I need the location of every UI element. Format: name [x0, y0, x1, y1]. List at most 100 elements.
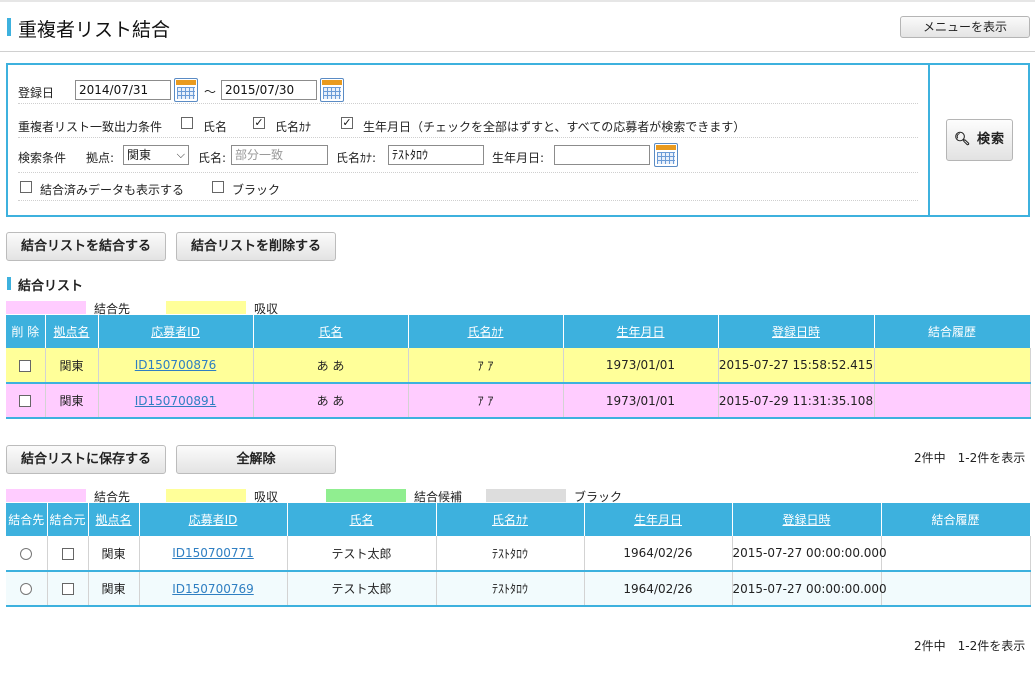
search-panel: 登録日 2014/07/31 ～ 2015/07/30 重複者リスト一致出力条件…: [6, 63, 1030, 217]
column-header[interactable]: 氏名: [253, 315, 409, 348]
name-cell: テスト太郎: [287, 571, 437, 607]
match-birth-checkbox[interactable]: ✓: [341, 117, 353, 129]
applicant-id-link[interactable]: ID150700771: [172, 546, 254, 560]
column-header: 結合履歴: [881, 503, 1031, 536]
title-accent-bar: [7, 18, 11, 36]
page-title: 重複者リスト結合: [18, 19, 171, 41]
merge-source-cell: [47, 536, 89, 572]
column-header[interactable]: 応募者ID: [98, 315, 254, 348]
column-header[interactable]: 氏名ｶﾅ: [408, 315, 564, 348]
merge-list-button[interactable]: 結合リストを結合する: [6, 232, 166, 261]
birth-cell: 1964/02/26: [584, 536, 733, 572]
match-kana-label: 氏名ｶﾅ: [275, 120, 312, 134]
merge-target-cell: [6, 536, 48, 572]
birth-cell: 1973/01/01: [563, 348, 719, 384]
chevron-down-icon: ⌵: [176, 148, 185, 161]
match-condition-label: 重複者リスト一致出力条件: [18, 120, 163, 134]
legend-swatch: [6, 301, 86, 314]
match-birth-label: 生年月日（チェックを全部はずすと、すべての応募者が検索できます）: [363, 120, 746, 134]
delete-cell: [6, 383, 46, 419]
column-header[interactable]: 氏名: [287, 503, 437, 536]
legend-swatch: [326, 489, 406, 502]
column-header[interactable]: 応募者ID: [139, 503, 288, 536]
name-cell: あ あ: [253, 348, 409, 384]
id-cell: ID150700876: [98, 348, 254, 384]
base-select-value: 関東: [127, 148, 152, 162]
birth-label: 生年月日:: [492, 151, 545, 165]
name-cell: あ あ: [253, 383, 409, 419]
kana-input[interactable]: ﾃｽﾄﾀﾛｳ: [388, 145, 484, 165]
show-merged-label: 結合済みデータも表示する: [40, 183, 185, 197]
kana-cell: ｱ ｱ: [408, 383, 564, 419]
base-cell: 関東: [45, 348, 99, 384]
base-cell: 関東: [88, 571, 140, 607]
column-header[interactable]: 生年月日: [584, 503, 733, 536]
search-row-date: 登録日 2014/07/31 ～ 2015/07/30: [18, 78, 918, 104]
date-from-input[interactable]: 2014/07/31: [75, 80, 171, 100]
search-button[interactable]: 🔍︎ 検索: [946, 119, 1013, 161]
legend-swatch: [166, 301, 246, 314]
name-label: 氏名:: [198, 151, 227, 165]
search-button-label: 検索: [977, 132, 1006, 147]
column-header[interactable]: 拠点名: [88, 503, 140, 536]
merge-source-checkbox[interactable]: [61, 547, 74, 560]
merge-target-radio[interactable]: [20, 583, 33, 595]
match-name-checkbox[interactable]: [181, 117, 193, 129]
table-row: 関東 ID150700891 あ あｱ ｱ 1973/01/01 2015-07-29 …: [6, 383, 1031, 419]
merge-source-checkbox[interactable]: [61, 583, 74, 595]
delete-checkbox[interactable]: [19, 395, 32, 407]
base-select[interactable]: 関東 ⌵: [123, 145, 189, 165]
date-range-tilde: ～: [204, 85, 217, 99]
save-list-button[interactable]: 結合リストに保存する: [6, 445, 166, 474]
search-condition-label: 検索条件: [18, 151, 67, 165]
result-table: 結合先 結合元 拠点名 応募者ID 氏名 氏名ｶﾅ 生年月日 登録日時 結合履歴 関東 ID150…: [6, 503, 1031, 607]
column-header[interactable]: 拠点名: [45, 315, 99, 348]
calendar-icon[interactable]: [320, 78, 344, 102]
clear-all-button[interactable]: 全解除: [176, 445, 336, 474]
kana-cell: ｱ ｱ: [408, 348, 564, 384]
history-cell: [874, 348, 1031, 384]
history-cell: [874, 383, 1031, 419]
black-label: ブラック: [232, 183, 281, 197]
base-cell: 関東: [45, 383, 99, 419]
applicant-id-link[interactable]: ID150700876: [135, 358, 217, 372]
show-merged-checkbox[interactable]: [20, 181, 32, 193]
name-input[interactable]: 部分一致: [231, 145, 328, 165]
reg-date-label: 登録日: [18, 86, 55, 100]
delete-checkbox[interactable]: [19, 359, 32, 372]
table-row: 関東 ID150700876 あ あｱ ｱ 1973/01/01 2015-07-27 …: [6, 348, 1031, 384]
registered-cell: 2015-07-29 11:31:35.108: [718, 383, 875, 419]
birth-cell: 1973/01/01: [563, 383, 719, 419]
registered-cell: 2015-07-27 15:58:52.415: [718, 348, 875, 384]
column-header: 結合先: [6, 503, 48, 536]
column-header[interactable]: 登録日時: [732, 503, 882, 536]
search-icon: 🔍︎: [953, 132, 972, 147]
base-cell: 関東: [88, 536, 140, 572]
calendar-icon[interactable]: [654, 143, 678, 167]
kana-cell: ﾃｽﾄﾀﾛｳ: [436, 571, 585, 607]
legend-swatch: [486, 489, 566, 502]
search-row-options: 結合済みデータも表示する ブラック: [18, 175, 918, 201]
applicant-id-link[interactable]: ID150700769: [172, 582, 254, 596]
search-row-conditions: 検索条件 拠点: 関東 ⌵ 氏名: 部分一致 氏名ｶﾅ: ﾃｽﾄﾀﾛｳ 生年月日…: [18, 141, 918, 173]
birth-input[interactable]: [554, 145, 650, 165]
history-cell: [881, 536, 1031, 572]
match-kana-checkbox[interactable]: ✓: [253, 117, 265, 129]
calendar-icon[interactable]: [174, 78, 198, 102]
search-panel-divider: [928, 65, 930, 215]
date-to-input[interactable]: 2015/07/30: [221, 80, 317, 100]
search-row-match: 重複者リスト一致出力条件 氏名 ✓ 氏名ｶﾅ ✓ 生年月日（チェックを全部はずす…: [18, 112, 918, 138]
applicant-id-link[interactable]: ID150700891: [135, 394, 217, 408]
delete-list-button[interactable]: 結合リストを削除する: [176, 232, 336, 261]
column-header[interactable]: 氏名ｶﾅ: [436, 503, 585, 536]
legend-swatch: [166, 489, 246, 502]
column-header[interactable]: 登録日時: [718, 315, 875, 348]
black-checkbox[interactable]: [212, 181, 224, 193]
merge-list-table: 削 除拠点名 応募者ID 氏名 氏名ｶﾅ 生年月日 登録日時 結合履歴 関東 ID150700…: [6, 315, 1031, 419]
legend-swatch: [6, 489, 86, 502]
column-header[interactable]: 生年月日: [563, 315, 719, 348]
section-accent-bar: [7, 277, 11, 290]
kana-label: 氏名ｶﾅ:: [336, 151, 377, 165]
show-menu-button[interactable]: メニューを表示: [900, 16, 1030, 38]
merge-target-radio[interactable]: [20, 547, 33, 560]
